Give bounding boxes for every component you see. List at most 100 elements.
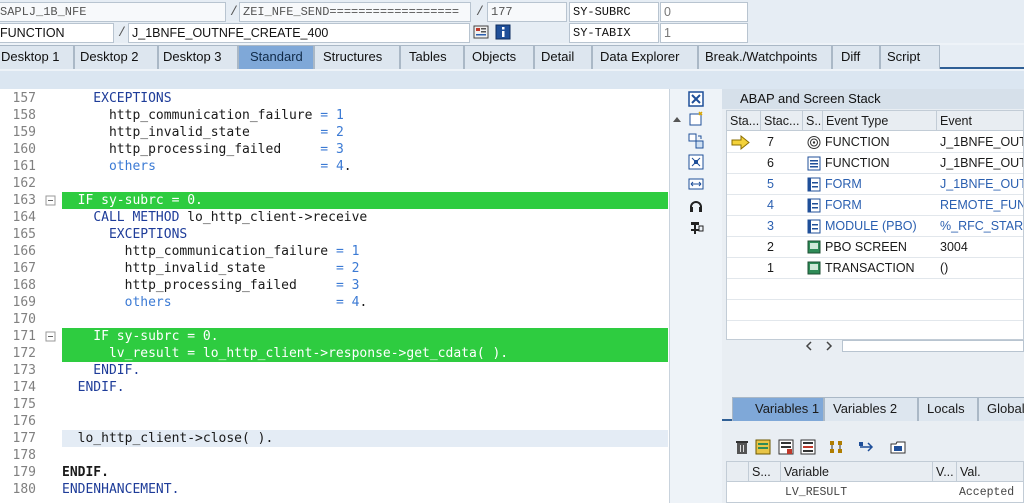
- code-line-highlighted[interactable]: 163 IF sy-subrc = 0.: [0, 192, 670, 209]
- settings-tool-icon[interactable]: [688, 220, 704, 236]
- scroll-left-arrow-icon[interactable]: [804, 340, 814, 352]
- col-header-event[interactable]: Event: [937, 111, 1023, 131]
- code-line[interactable]: 158 http_communication_failure = 1: [0, 107, 670, 124]
- code-line[interactable]: 167 http_invalid_state = 2: [0, 260, 670, 277]
- maximize-icon[interactable]: [688, 154, 704, 170]
- code-line[interactable]: 165 EXCEPTIONS: [0, 226, 670, 243]
- stack-row[interactable]: 2 PBO SCREEN 3004: [727, 237, 1023, 258]
- stack-level: 3: [767, 219, 774, 233]
- swap-tool-icon[interactable]: [688, 133, 704, 149]
- stack-row[interactable]: 1 TRANSACTION (): [727, 258, 1023, 279]
- scroll-right-arrow-icon[interactable]: [824, 340, 834, 352]
- delete-icon[interactable]: [734, 439, 750, 455]
- code-line[interactable]: 164 CALL METHOD lo_http_client->receive: [0, 209, 670, 226]
- debugger-service-icon[interactable]: [688, 198, 704, 214]
- code-line[interactable]: 173 ENDIF.: [0, 362, 670, 379]
- scroll-thumb[interactable]: [842, 340, 1024, 352]
- fold-collapse-icon[interactable]: [44, 328, 58, 345]
- tab-break-watchpoints[interactable]: Break./Watchpoints: [698, 45, 832, 69]
- stack-row[interactable]: 5 FORM J_1BNFE_OUTNFE_FORM: [727, 174, 1023, 195]
- folder-icon[interactable]: [890, 439, 906, 455]
- code-text: lo_http_client->close( ).: [62, 430, 668, 447]
- col-header-s[interactable]: S...: [749, 462, 781, 482]
- code-line[interactable]: 180 ENDENHANCEMENT.: [0, 481, 670, 498]
- stack-level: 5: [767, 177, 774, 191]
- tab-objects[interactable]: Objects: [464, 45, 534, 69]
- tab-data-explorer[interactable]: Data Explorer: [592, 45, 698, 69]
- col-header-value[interactable]: Val.: [957, 462, 1023, 482]
- variable-row[interactable]: LV_RESULT Accepted: [727, 483, 1023, 502]
- code-line[interactable]: 176: [0, 413, 670, 430]
- tab-diff[interactable]: Diff: [832, 45, 880, 69]
- col-header-event-type[interactable]: Event Type: [823, 111, 937, 131]
- transfer-icon[interactable]: [858, 439, 876, 455]
- stack-row[interactable]: 3 MODULE (PBO) %_RFC_START: [727, 216, 1023, 237]
- info-icon[interactable]: [495, 24, 511, 40]
- display-object-icon[interactable]: [473, 24, 489, 40]
- load-variables-icon[interactable]: [800, 439, 816, 455]
- close-icon[interactable]: [688, 91, 704, 107]
- code-line[interactable]: 160 http_processing_failed = 3: [0, 141, 670, 158]
- code-line[interactable]: 161 others = 4.: [0, 158, 670, 175]
- scroll-up-arrow-icon[interactable]: [672, 112, 682, 128]
- code-line[interactable]: 174 ENDIF.: [0, 379, 670, 396]
- code-line[interactable]: 169 others = 4.: [0, 294, 670, 311]
- col-header-stack-level[interactable]: Stac...: [761, 111, 803, 131]
- tab-globals[interactable]: Globals: [978, 397, 1024, 421]
- sysubrc-name-field[interactable]: SY-SUBRC: [569, 2, 659, 22]
- transaction-icon: [807, 258, 823, 279]
- sysubrc-value-field[interactable]: 0: [660, 2, 748, 22]
- screen-icon: [807, 237, 823, 258]
- line-number: 171: [12, 329, 36, 344]
- code-line[interactable]: 157 EXCEPTIONS: [0, 90, 670, 107]
- sytabix-name-field[interactable]: SY-TABIX: [569, 23, 659, 43]
- col-header-s[interactable]: S...: [803, 111, 823, 131]
- code-line[interactable]: 178: [0, 447, 670, 464]
- code-line-current[interactable]: 177 lo_http_client->close( ).: [0, 430, 670, 447]
- col-header-status[interactable]: Sta...: [727, 111, 761, 131]
- tab-tables[interactable]: Tables: [400, 45, 464, 69]
- tab-standard[interactable]: Standard: [238, 45, 314, 69]
- stack-row[interactable]: 4 FORM REMOTE_FUNCTION_CALL: [727, 195, 1023, 216]
- tab-desktop-2[interactable]: Desktop 2: [74, 45, 158, 69]
- code-line[interactable]: 159 http_invalid_state = 2: [0, 124, 670, 141]
- stack-row[interactable]: 6 FUNCTION J_1BNFE_OUTNFE_CREATE: [727, 153, 1023, 174]
- col-header-v[interactable]: V...: [933, 462, 957, 482]
- stack-row[interactable]: 7 FUNCTION J_1BNFE_OUTNFE_CREATE_400: [727, 132, 1023, 153]
- code-line-highlighted[interactable]: 172 lv_result = lo_http_client->response…: [0, 345, 670, 362]
- new-tool-icon[interactable]: [688, 111, 704, 127]
- tab-desktop-3[interactable]: Desktop 3: [158, 45, 238, 69]
- save-variables-icon[interactable]: [778, 439, 794, 455]
- stack-grid[interactable]: Sta... Stac... S... Event Type Event 7 F…: [726, 110, 1024, 340]
- fold-collapse-icon[interactable]: [44, 192, 58, 209]
- tab-locals[interactable]: Locals: [918, 397, 978, 421]
- col-header-variable[interactable]: Variable: [781, 462, 933, 482]
- resize-width-icon[interactable]: [688, 176, 704, 192]
- hierarchy-icon[interactable]: [828, 439, 844, 455]
- table-view-icon[interactable]: [755, 439, 771, 455]
- code-line[interactable]: 175: [0, 396, 670, 413]
- tab-variables-1[interactable]: Variables 1: [732, 397, 824, 421]
- stack-level: 4: [767, 198, 774, 212]
- code-line-highlighted[interactable]: 171 IF sy-subrc = 0.: [0, 328, 670, 345]
- line-number: 176: [12, 414, 36, 429]
- tab-structures[interactable]: Structures: [314, 45, 400, 69]
- code-line[interactable]: 168 http_processing_failed = 3: [0, 277, 670, 294]
- variable-name[interactable]: LV_RESULT: [783, 483, 933, 502]
- event-type: TRANSACTION: [825, 261, 915, 275]
- code-line[interactable]: 179 ENDIF.: [0, 464, 670, 481]
- code-text: lv_result = lo_http_client->response->ge…: [62, 345, 668, 362]
- stack-horizontal-scrollbar[interactable]: [800, 337, 1024, 355]
- variable-value[interactable]: Accepted: [959, 483, 1023, 502]
- tab-desktop-1[interactable]: Desktop 1: [0, 45, 74, 69]
- variables-grid[interactable]: S... Variable V... Val. LV_RESULT Accept…: [726, 461, 1024, 503]
- sytabix-value-field[interactable]: 1: [660, 23, 748, 43]
- tab-detail[interactable]: Detail: [534, 45, 592, 69]
- code-line[interactable]: 170: [0, 311, 670, 328]
- event-name: (): [940, 261, 949, 275]
- tab-variables-2[interactable]: Variables 2: [824, 397, 918, 421]
- code-line[interactable]: 162: [0, 175, 670, 192]
- tab-script[interactable]: Script: [880, 45, 940, 69]
- code-line[interactable]: 166 http_communication_failure = 1: [0, 243, 670, 260]
- source-code-editor[interactable]: 157 EXCEPTIONS 158 http_communication_fa…: [0, 89, 670, 503]
